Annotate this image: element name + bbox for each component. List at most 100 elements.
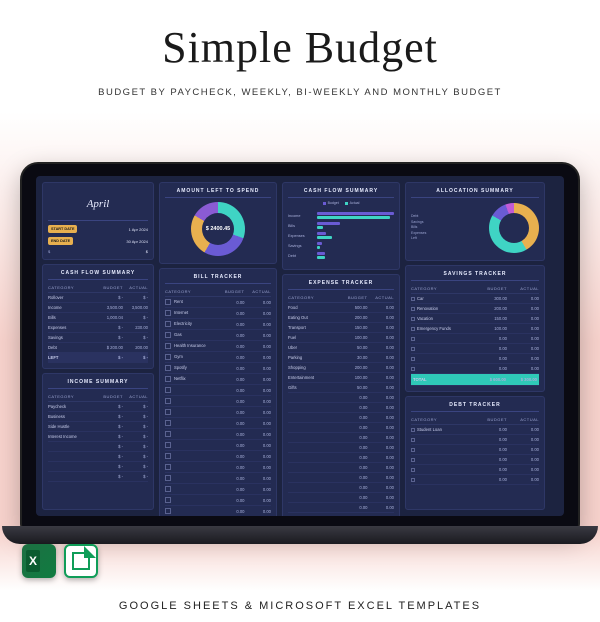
table-row[interactable]: Fuel100.000.00: [288, 333, 394, 343]
table-row[interactable]: Health Insurance0.000.00: [165, 341, 271, 352]
savings-tracker-panel: SAVINGS TRACKER CATEGORY BUDGET ACTUAL C…: [405, 265, 545, 392]
table-row[interactable]: 0.000.00: [411, 354, 539, 364]
table-row[interactable]: 0.000.00: [288, 453, 394, 463]
end-date-value[interactable]: 30 Apr 2024: [76, 239, 148, 244]
table-row[interactable]: Bills1,000.04$ -: [48, 313, 148, 323]
table-row[interactable]: 0.000.00: [165, 418, 271, 429]
col-budget: BUDGET: [98, 394, 123, 399]
table-row[interactable]: Debt$ 200.00200.00: [48, 343, 148, 353]
table-row[interactable]: Rent0.000.00: [165, 297, 271, 308]
rollover-value[interactable]: $: [53, 249, 148, 254]
table-row[interactable]: 0.000.00: [288, 463, 394, 473]
table-row[interactable]: Emergency Funds100.000.00: [411, 324, 539, 334]
cashflow-chart-legend: Budget Actual: [288, 201, 394, 205]
table-row[interactable]: $ -$ -: [48, 472, 148, 482]
table-row[interactable]: Parking30.000.00: [288, 353, 394, 363]
table-row[interactable]: 0.000.00: [288, 483, 394, 493]
start-date-value[interactable]: 1 Apr 2024: [80, 227, 148, 232]
table-row[interactable]: Car300.000.00: [411, 294, 539, 304]
savings-total-budget: $ 600.00: [475, 377, 506, 382]
table-row[interactable]: Vacation150.000.00: [411, 314, 539, 324]
table-row[interactable]: 0.000.00: [165, 451, 271, 462]
table-row[interactable]: Electricity0.000.00: [165, 319, 271, 330]
table-row[interactable]: Income3,500.003,500.00: [48, 303, 148, 313]
table-row[interactable]: 0.000.00: [165, 462, 271, 473]
table-row[interactable]: 0.000.00: [411, 475, 539, 485]
table-row[interactable]: Expenses$ -230.00: [48, 323, 148, 333]
table-row[interactable]: 0.000.00: [411, 465, 539, 475]
google-sheets-icon: [64, 544, 98, 578]
table-row[interactable]: Savings$ -$ -: [48, 333, 148, 343]
col-actual: ACTUAL: [123, 285, 148, 290]
table-row[interactable]: 0.000.00: [288, 503, 394, 513]
table-row[interactable]: 0.000.00: [288, 413, 394, 423]
table-row[interactable]: Gas0.000.00: [165, 330, 271, 341]
table-row[interactable]: 0.000.00: [411, 435, 539, 445]
table-row[interactable]: Student Loan0.000.00: [411, 425, 539, 435]
table-row[interactable]: 0.000.00: [288, 473, 394, 483]
table-row[interactable]: $ -$ -: [48, 462, 148, 472]
cashflow-summary-panel: CASH FLOW SUMMARY CATEGORY BUDGET ACTUAL…: [42, 264, 154, 369]
cashflow-chart-title: CASH FLOW SUMMARY: [288, 188, 394, 198]
table-row[interactable]: 0.000.00: [411, 445, 539, 455]
table-row[interactable]: 0.000.00: [288, 393, 394, 403]
expense-tracker-panel: EXPENSE TRACKER CATEGORY BUDGET ACTUAL F…: [282, 274, 400, 516]
rollover-label: $: [48, 249, 50, 254]
table-row[interactable]: 0.000.00: [288, 443, 394, 453]
table-row[interactable]: Netflix0.000.00: [165, 374, 271, 385]
table-row[interactable]: Paycheck$ -$ -: [48, 402, 148, 412]
table-row[interactable]: Business$ -$ -: [48, 412, 148, 422]
table-row[interactable]: 0.000.00: [165, 473, 271, 484]
table-row[interactable]: 0.000.00: [165, 506, 271, 516]
table-row[interactable]: Entertainment100.000.00: [288, 373, 394, 383]
col-category: CATEGORY: [288, 295, 341, 300]
left-actual: $ -: [123, 355, 148, 360]
dashboard-screen: April START DATE 1 Apr 2024 END DATE 30 …: [36, 176, 564, 516]
table-row[interactable]: Spotify0.000.00: [165, 363, 271, 374]
table-row[interactable]: Interest Income$ -$ -: [48, 432, 148, 442]
col-category: CATEGORY: [411, 417, 475, 422]
table-row[interactable]: 0.000.00: [288, 403, 394, 413]
table-row[interactable]: 0.000.00: [165, 484, 271, 495]
income-summary-panel: INCOME SUMMARY CATEGORY BUDGET ACTUAL Pa…: [42, 373, 154, 510]
table-row[interactable]: 0.000.00: [165, 495, 271, 506]
savings-tracker-title: SAVINGS TRACKER: [411, 271, 539, 281]
bar-row: Income: [288, 212, 394, 219]
table-row[interactable]: $ -$ -: [48, 452, 148, 462]
bar-row: Expenses: [288, 232, 394, 239]
table-row[interactable]: 0.000.00: [288, 493, 394, 503]
table-row[interactable]: Eating Out200.000.00: [288, 313, 394, 323]
table-row[interactable]: 0.000.00: [165, 396, 271, 407]
hero-subtitle: BUDGET BY PAYCHECK, WEEKLY, BI-WEEKLY AN…: [0, 87, 600, 98]
table-row[interactable]: $ -$ -: [48, 442, 148, 452]
table-row[interactable]: Internet0.000.00: [165, 308, 271, 319]
table-row[interactable]: Rollover$ -$ -: [48, 293, 148, 303]
table-row[interactable]: 0.000.00: [411, 344, 539, 354]
table-row[interactable]: Gifts50.000.00: [288, 383, 394, 393]
table-row[interactable]: 0.000.00: [411, 455, 539, 465]
table-row[interactable]: 0.000.00: [165, 385, 271, 396]
table-row[interactable]: Renovation200.000.00: [411, 304, 539, 314]
table-row[interactable]: 0.000.00: [288, 423, 394, 433]
table-row[interactable]: 0.000.00: [165, 429, 271, 440]
table-row[interactable]: Shopping200.000.00: [288, 363, 394, 373]
table-row[interactable]: Gym0.000.00: [165, 352, 271, 363]
table-row[interactable]: 0.000.00: [165, 440, 271, 451]
table-row[interactable]: Transport150.000.00: [288, 323, 394, 333]
cashflow-summary-title: CASH FLOW SUMMARY: [48, 270, 148, 280]
table-row[interactable]: 0.000.00: [411, 364, 539, 374]
table-row[interactable]: Side Hustle$ -$ -: [48, 422, 148, 432]
table-row[interactable]: 0.000.00: [288, 433, 394, 443]
month-panel: April START DATE 1 Apr 2024 END DATE 30 …: [42, 182, 154, 260]
table-row[interactable]: 0.000.00: [165, 407, 271, 418]
cashflow-chart-panel: CASH FLOW SUMMARY Budget Actual IncomeBi…: [282, 182, 400, 270]
table-row[interactable]: Uber50.000.00: [288, 343, 394, 353]
col-actual: ACTUAL: [368, 295, 395, 300]
amount-left-donut-chart: $ 2400.45: [191, 202, 245, 256]
debt-tracker-panel: DEBT TRACKER CATEGORY BUDGET ACTUAL Stud…: [405, 396, 545, 510]
table-row[interactable]: Food500.000.00: [288, 303, 394, 313]
alloc-legend-left: Left: [411, 236, 426, 242]
bill-tracker-title: BILL TRACKER: [165, 274, 271, 284]
table-row[interactable]: 0.000.00: [411, 334, 539, 344]
end-date-label: END DATE: [48, 237, 73, 245]
